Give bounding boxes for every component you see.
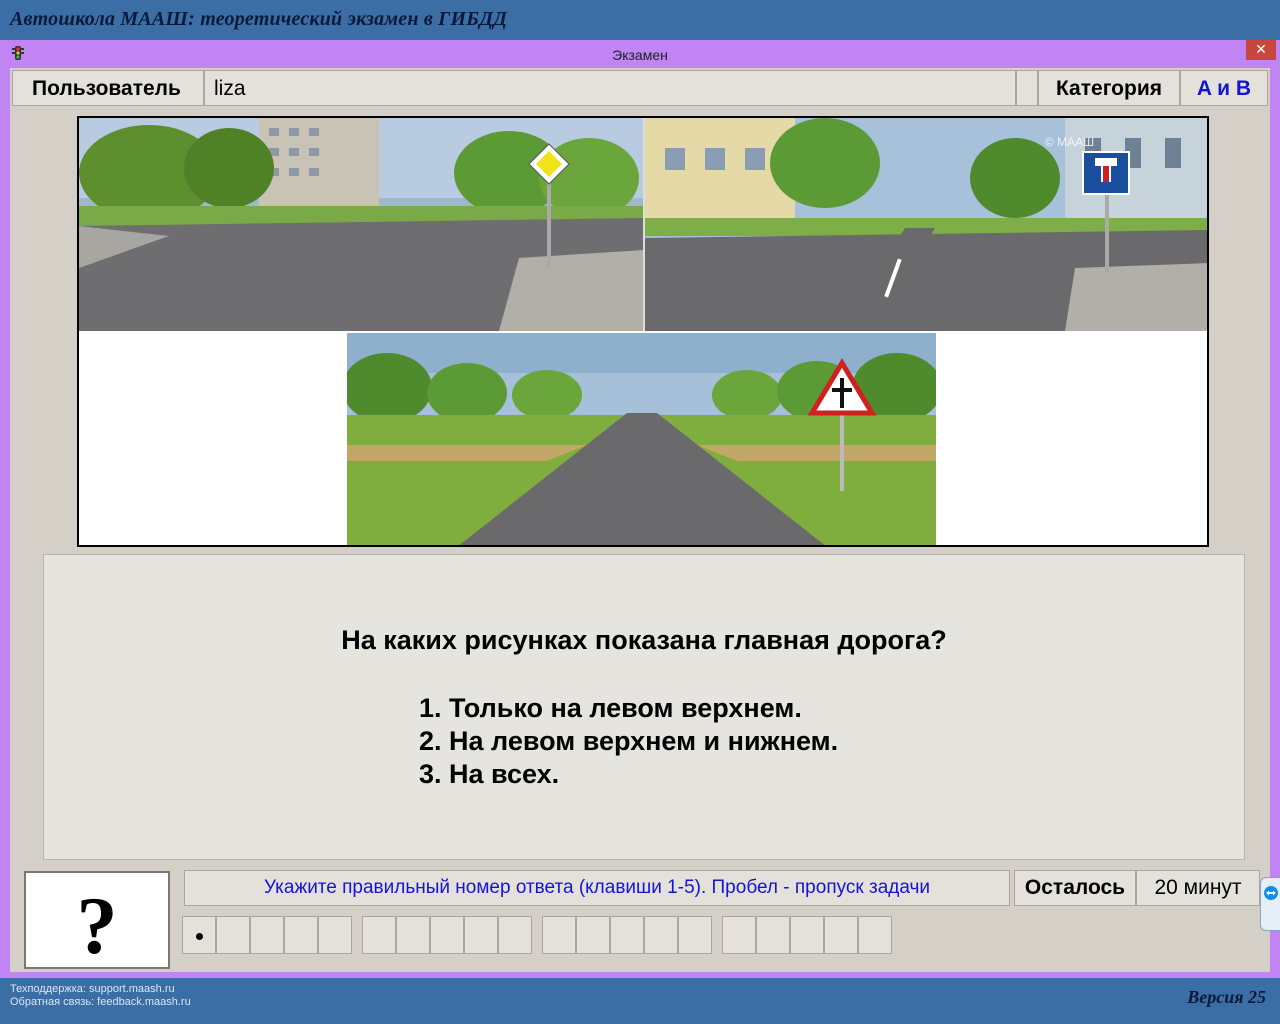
close-button[interactable]: ✕ xyxy=(1246,40,1276,60)
question-progress-group-2 xyxy=(362,916,532,954)
help-button[interactable]: ? xyxy=(24,871,170,971)
question-cell[interactable] xyxy=(318,916,352,954)
question-cell[interactable] xyxy=(498,916,532,954)
question-progress-group-1 xyxy=(182,916,352,954)
user-value: liza xyxy=(214,77,246,100)
watermark: © МААШ xyxy=(1045,135,1094,149)
window-titlebar[interactable]: Экзамен ✕ xyxy=(0,40,1280,68)
hint-text: Укажите правильный номер ответа (клавиши… xyxy=(184,870,1010,906)
version-label: Версия 25 xyxy=(1187,987,1266,1007)
question-cell[interactable] xyxy=(576,916,610,954)
question-cell[interactable] xyxy=(644,916,678,954)
user-label-cell: Пользователь xyxy=(12,70,204,106)
question-cell[interactable] xyxy=(542,916,576,954)
user-label: Пользователь xyxy=(32,77,181,100)
user-field: liza xyxy=(204,70,1016,106)
question-cell[interactable] xyxy=(824,916,858,954)
question-cell[interactable] xyxy=(182,916,216,954)
question-cell[interactable] xyxy=(790,916,824,954)
app-title: Автошкола МААШ: теоретический экзамен в … xyxy=(10,8,508,30)
category-value: A и B xyxy=(1196,77,1252,100)
question-mark-icon: ? xyxy=(76,880,118,971)
question-cell[interactable] xyxy=(610,916,644,954)
question-progress-group-4 xyxy=(722,916,892,954)
category-label: Категория xyxy=(1055,77,1162,100)
illustration-panel-top-left xyxy=(79,118,643,331)
question-illustration: © МААШ xyxy=(77,116,1209,547)
remote-support-tab[interactable] xyxy=(1260,877,1280,931)
question-panel: На каких рисунках показана главная дорог… xyxy=(43,554,1245,860)
question-cell[interactable] xyxy=(430,916,464,954)
question-text: На каких рисунках показана главная дорог… xyxy=(341,625,947,655)
category-label-cell: Категория xyxy=(1038,70,1180,106)
question-cell[interactable] xyxy=(678,916,712,954)
answer-option-2[interactable]: 2. На левом верхнем и нижнем. xyxy=(419,725,838,758)
question-cell[interactable] xyxy=(756,916,790,954)
header-spacer xyxy=(1016,70,1038,106)
exam-client-area: Пользователь liza Категория A и B © МААШ… xyxy=(10,68,1270,972)
window-title: Экзамен xyxy=(612,47,668,63)
teamviewer-icon xyxy=(1264,886,1278,900)
answer-option-3[interactable]: 3. На всех. xyxy=(419,758,838,791)
remaining-time: 20 минут xyxy=(1136,870,1260,906)
question-cell[interactable] xyxy=(250,916,284,954)
question-cell[interactable] xyxy=(284,916,318,954)
exam-window: Экзамен ✕ Пользователь liza Категория A … xyxy=(0,40,1280,978)
question-progress-group-3 xyxy=(542,916,712,954)
question-cell[interactable] xyxy=(396,916,430,954)
illustration-panel-top-right: © МААШ xyxy=(645,118,1207,331)
question-cell[interactable] xyxy=(722,916,756,954)
support-contact: Техподдержка: support.maash.ru xyxy=(10,983,175,995)
category-value-cell: A и B xyxy=(1180,70,1268,106)
answer-list: 1. Только на левом верхнем. 2. На левом … xyxy=(419,692,838,791)
question-cell[interactable] xyxy=(858,916,892,954)
illustration-panel-bottom xyxy=(347,333,936,545)
question-cell[interactable] xyxy=(216,916,250,954)
question-cell[interactable] xyxy=(464,916,498,954)
question-cell[interactable] xyxy=(362,916,396,954)
answer-option-1[interactable]: 1. Только на левом верхнем. xyxy=(419,692,838,725)
remaining-label: Осталось xyxy=(1014,870,1136,906)
feedback-contact: Обратная связь: feedback.maash.ru xyxy=(10,996,191,1008)
